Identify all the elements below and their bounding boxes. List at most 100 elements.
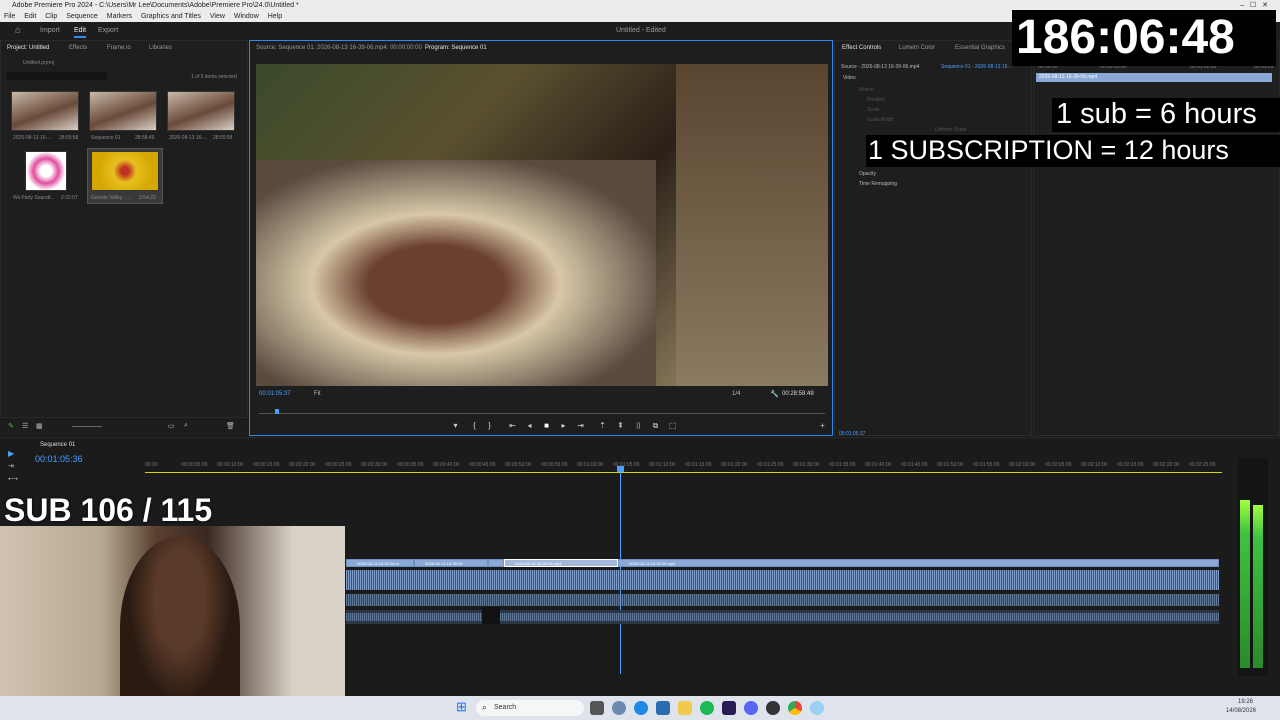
go-to-in-icon[interactable]: ⇤ (508, 421, 517, 430)
discord-icon[interactable] (744, 701, 758, 715)
menu-graphics[interactable]: Graphics and Titles (141, 13, 201, 20)
clock-date[interactable]: 14/08/2026 (1226, 708, 1256, 714)
add-marker-icon[interactable]: ▾ (451, 421, 460, 430)
timeline-clip[interactable]: 2026-08-13 16-39-06.m (346, 559, 414, 567)
ec-clip-bar[interactable]: 2026-08-13 16-39-06.mp4 (1036, 73, 1272, 82)
file-explorer-icon[interactable] (678, 701, 692, 715)
quality-dropdown[interactable]: 1/4 (732, 391, 740, 397)
chrome-icon[interactable] (788, 701, 802, 715)
ec-row[interactable]: Motion (859, 87, 874, 93)
ec-row[interactable]: Uniform Scale (935, 127, 966, 133)
timeline-ruler[interactable]: 00:00 00:00:05:00 00:00:10:00 00:00:15:00 00… (145, 460, 1225, 470)
home-icon[interactable]: ⌂ (15, 25, 21, 36)
windows-start-icon[interactable]: ⊞ (456, 699, 467, 715)
tab-source[interactable]: Source: Sequence 01: 2026-08-13 16-39-06… (256, 45, 422, 51)
task-view-icon[interactable] (590, 701, 604, 715)
add-button-icon[interactable]: + (818, 421, 827, 430)
search-icon[interactable]: ⌕ (184, 422, 188, 430)
trash-icon[interactable]: 🗑 (226, 422, 235, 430)
menu-clip[interactable]: Clip (45, 13, 57, 20)
timeline-clip-selected[interactable]: 2026-08-13 16-39-06.mp4 (504, 559, 618, 567)
monitor-playhead[interactable] (275, 409, 279, 414)
nav-import[interactable]: Import (40, 27, 60, 34)
tab-effect-controls[interactable]: Effect Controls (842, 45, 881, 51)
app-icon[interactable] (810, 701, 824, 715)
menu-window[interactable]: Window (234, 13, 259, 20)
timeline-clip-short[interactable] (488, 559, 504, 567)
menu-markers[interactable]: Markers (107, 13, 132, 20)
project-item-thumbnail[interactable] (25, 151, 67, 191)
ruler-tick-label: 00:00 (145, 462, 158, 468)
ruler-tick-label: 00:01:20:00 (721, 462, 748, 468)
edge-icon[interactable] (634, 701, 648, 715)
ec-row[interactable]: Position (867, 97, 885, 103)
project-item-thumbnail[interactable] (167, 91, 235, 131)
nav-export[interactable]: Export (98, 27, 118, 34)
spotify-icon[interactable] (700, 701, 714, 715)
video-frame[interactable] (256, 64, 828, 386)
settings-icon[interactable] (612, 701, 626, 715)
track-select-icon[interactable]: ⇥ (8, 462, 14, 470)
taskbar-search-input[interactable]: ⌕ Search (476, 700, 584, 716)
clock-time[interactable]: 19:26 (1238, 699, 1253, 705)
tab-project[interactable]: Project: Untitled (7, 45, 49, 51)
step-back-icon[interactable]: ◂ (525, 421, 534, 430)
timeline-timecode[interactable]: 00:01:05:36 (35, 454, 83, 464)
tab-frameio[interactable]: Frame.io (107, 45, 131, 51)
safe-margins-icon[interactable]: ⬚ (668, 421, 677, 430)
obs-icon[interactable] (766, 701, 780, 715)
selection-tool-icon[interactable]: ▶ (8, 449, 14, 458)
program-timecode[interactable]: 00:01:05:37 (259, 391, 291, 397)
ec-row[interactable]: Scale (867, 107, 880, 113)
timeline-clip[interactable]: 2026-08-13 16-39-06 (414, 559, 488, 567)
menu-help[interactable]: Help (268, 13, 282, 20)
ec-sequence[interactable]: Sequence 01 - 2026-08-13 16-... (941, 64, 1013, 70)
project-search-input[interactable] (7, 72, 107, 80)
icon-view-icon[interactable]: ▦ (36, 422, 43, 430)
stop-button[interactable]: ■ (542, 421, 551, 430)
tab-effects[interactable]: Effects (69, 45, 87, 51)
audio-waveform-a1[interactable] (346, 570, 1219, 590)
ec-row[interactable]: Time Remapping (859, 181, 897, 187)
video-background (676, 64, 828, 386)
mark-in-icon[interactable]: { (470, 421, 479, 430)
work-area-bar[interactable] (145, 472, 1222, 473)
menu-edit[interactable]: Edit (24, 13, 36, 20)
ripple-edit-icon[interactable]: ⟷ (8, 475, 18, 483)
menu-view[interactable]: View (210, 13, 225, 20)
extract-icon[interactable]: ⇞ (616, 421, 625, 430)
tab-program[interactable]: Program: Sequence 01 (425, 45, 487, 51)
zoom-slider[interactable] (72, 426, 102, 427)
compare-view-icon[interactable]: ⧉ (651, 421, 660, 430)
project-item-thumbnail[interactable] (89, 91, 157, 131)
ec-row[interactable]: Scale Width (867, 117, 894, 123)
fit-dropdown[interactable]: Fit (314, 391, 321, 397)
new-bin-icon[interactable]: ▭ (168, 422, 175, 430)
export-frame-icon[interactable]: ⌷ (634, 421, 643, 430)
step-forward-icon[interactable]: ▸ (559, 421, 568, 430)
audio-waveform-a2[interactable] (346, 594, 1219, 606)
project-panel: Project: Untitled Effects Frame.io Libra… (0, 40, 248, 418)
pencil-icon[interactable]: ✎ (8, 422, 14, 430)
timeline-clip[interactable]: 2026-08-13 16-39-06.mp4 (618, 559, 1219, 567)
tab-libraries[interactable]: Libraries (149, 45, 172, 51)
tab-essential-graphics[interactable]: Essential Graphics (955, 45, 1005, 51)
premiere-pro-icon[interactable] (722, 701, 736, 715)
project-item-thumbnail[interactable] (91, 151, 159, 191)
menu-file[interactable]: File (4, 13, 15, 20)
audio-waveform-a3[interactable] (346, 613, 1219, 621)
nav-edit[interactable]: Edit (74, 27, 87, 38)
lift-icon[interactable]: ⇡ (598, 421, 607, 430)
monitor-scrubber[interactable] (259, 413, 825, 414)
list-view-icon[interactable]: ☰ (22, 422, 28, 430)
menu-sequence[interactable]: Sequence (66, 13, 98, 20)
go-to-out-icon[interactable]: ⇥ (576, 421, 585, 430)
tab-lumetri-color[interactable]: Lumetri Color (899, 45, 935, 51)
tab-sequence[interactable]: Sequence 01 (40, 442, 75, 448)
wrench-icon[interactable]: 🔧 (770, 390, 779, 398)
project-item-thumbnail[interactable] (11, 91, 79, 131)
ec-row[interactable]: Opacity (859, 171, 876, 177)
playhead-handle[interactable] (617, 466, 624, 472)
store-icon[interactable] (656, 701, 670, 715)
mark-out-icon[interactable]: } (485, 421, 494, 430)
